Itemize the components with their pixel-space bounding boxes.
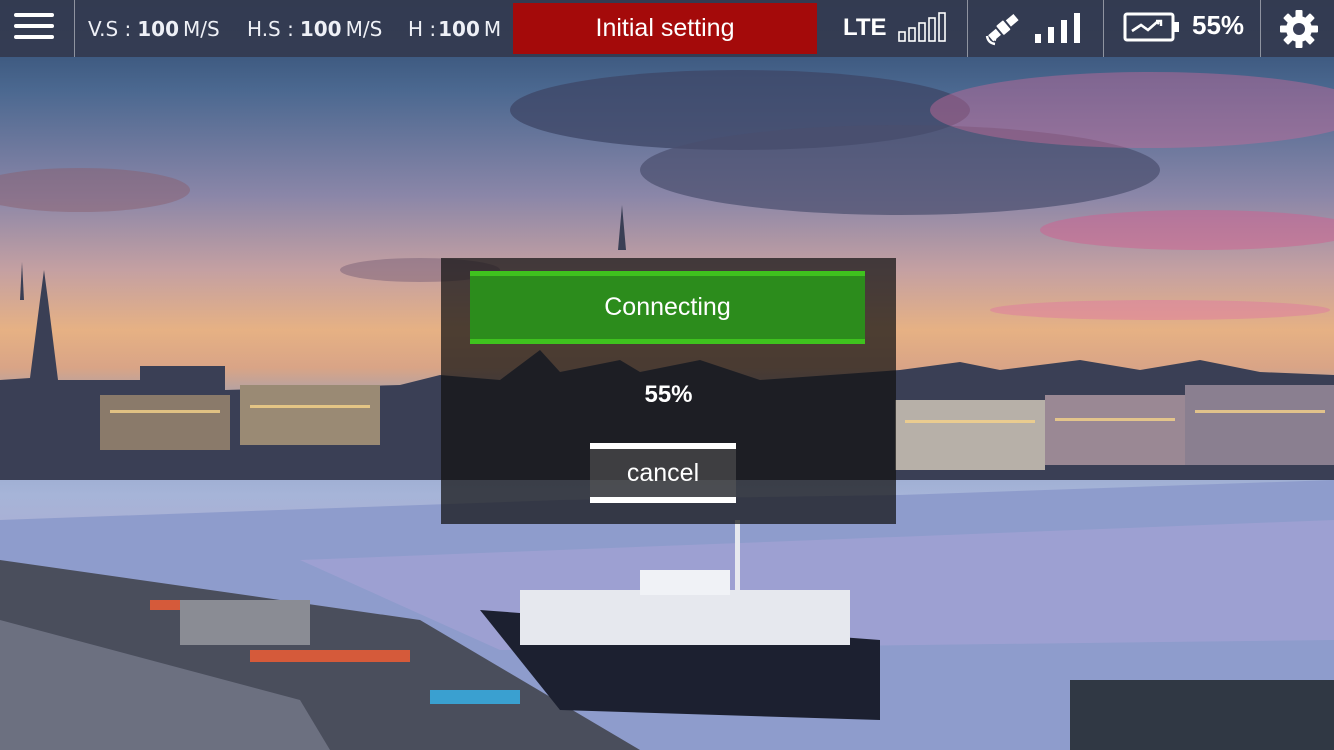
connection-status-banner: Connecting bbox=[470, 271, 865, 344]
horizontal-speed-unit: M/S bbox=[345, 16, 383, 41]
hamburger-menu-icon[interactable] bbox=[14, 13, 54, 43]
lte-signal-icon bbox=[898, 12, 946, 42]
divider bbox=[74, 0, 75, 57]
divider bbox=[967, 0, 968, 57]
horizontal-speed-label: H.S : bbox=[247, 16, 294, 41]
height-label: H : bbox=[408, 16, 437, 41]
battery-percent: 55% bbox=[1192, 10, 1245, 40]
signal-bars-icon bbox=[1035, 13, 1080, 43]
lte-label: LTE bbox=[843, 14, 887, 41]
vertical-speed-value: 100 bbox=[137, 16, 180, 41]
cancel-button[interactable]: cancel bbox=[590, 443, 736, 503]
battery-charging-icon bbox=[1123, 12, 1179, 42]
vertical-speed-unit: M/S bbox=[183, 16, 220, 41]
connection-progress-percent: 55% bbox=[644, 381, 693, 408]
horizontal-speed-value: 100 bbox=[299, 16, 342, 41]
vertical-speed-label: V.S : bbox=[88, 16, 132, 41]
height-unit: M bbox=[483, 16, 502, 41]
divider bbox=[1260, 0, 1261, 57]
height-value: 100 bbox=[438, 16, 480, 41]
connecting-dialog: Connecting 55% cancel bbox=[441, 258, 896, 524]
height-readout: H : 100 M bbox=[408, 0, 501, 57]
horizontal-speed-readout: H.S : 100 M/S bbox=[247, 0, 382, 57]
satellite-icon bbox=[985, 14, 1019, 46]
initial-setting-button[interactable]: Initial setting bbox=[513, 3, 817, 54]
divider bbox=[1103, 0, 1104, 57]
top-status-bar: V.S : 100 M/S H.S : 100 M/S H : 100 M In… bbox=[0, 0, 1334, 57]
vertical-speed-readout: V.S : 100 M/S bbox=[88, 0, 220, 57]
gear-icon[interactable] bbox=[1279, 9, 1319, 49]
